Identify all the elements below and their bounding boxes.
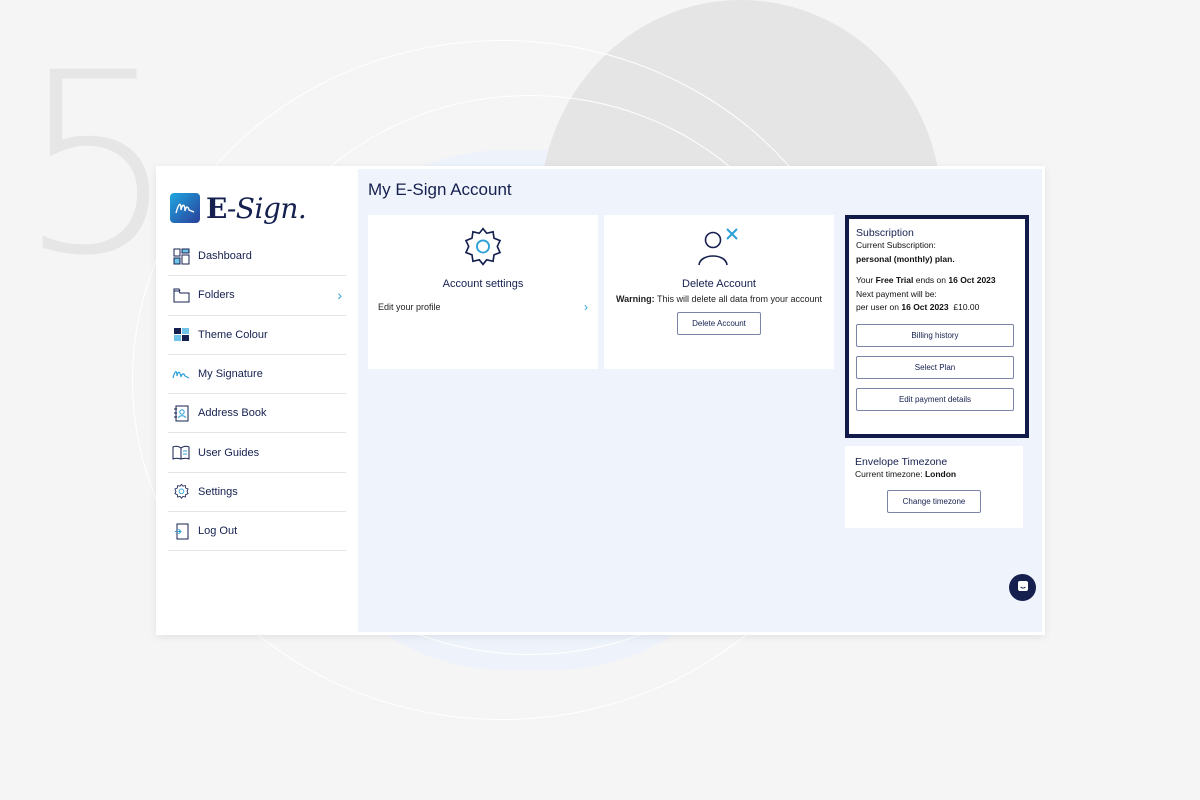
trial-info: Your Free Trial ends on 16 Oct 2023	[856, 274, 1018, 288]
logo-icon	[170, 193, 200, 223]
timezone-title: Envelope Timezone	[855, 456, 948, 468]
main-content: My E-Sign Account Account settings Edit …	[358, 169, 1042, 632]
dashboard-icon	[172, 247, 190, 265]
account-settings-card[interactable]: Account settings Edit your profile ›	[368, 215, 598, 369]
next-payment-label: Next payment will be:	[856, 288, 937, 299]
sidebar-item-label: Theme Colour	[198, 328, 268, 341]
chat-icon	[1017, 579, 1029, 597]
sidebar-item-dashboard[interactable]: Dashboard	[168, 237, 346, 277]
subscription-title: Subscription	[856, 227, 914, 239]
change-timezone-button[interactable]: Change timezone	[887, 489, 981, 513]
cards-row: Account settings Edit your profile › Del…	[368, 215, 1032, 528]
page-title: My E-Sign Account	[368, 180, 512, 199]
sidebar-item-label: Dashboard	[198, 250, 252, 263]
chevron-right-icon: ›	[584, 300, 588, 314]
select-plan-button[interactable]: Select Plan	[856, 355, 1014, 379]
payment-amount: £10.00	[953, 302, 980, 312]
per-user-info: per user on 16 Oct 2023 £10.00	[856, 301, 1018, 315]
delete-warning: Warning: This will delete all data from …	[614, 293, 824, 306]
folder-icon	[172, 286, 190, 304]
sidebar-nav: Dashboard Folders › Theme Colour My Sign…	[168, 237, 346, 552]
sidebar-item-address-book[interactable]: Address Book	[168, 394, 346, 434]
subscription-plan: personal (monthly) plan.	[856, 253, 955, 264]
sidebar-item-log-out[interactable]: Log Out	[168, 512, 346, 552]
per-user-date: 16 Oct 2023	[901, 302, 949, 312]
book-icon	[172, 444, 190, 462]
sidebar-item-label: Address Book	[198, 407, 267, 420]
logo-text-script: -Sign.	[226, 191, 307, 225]
gear-icon	[172, 483, 190, 501]
sidebar-item-label: Log Out	[198, 525, 238, 538]
current-timezone: Current timezone: London	[855, 468, 1013, 482]
timezone-value: London	[924, 469, 957, 479]
sidebar-item-folders[interactable]: Folders ›	[168, 276, 346, 316]
chat-button[interactable]	[1009, 574, 1036, 601]
signature-icon	[172, 365, 190, 383]
sidebar-item-label: Folders	[198, 289, 235, 302]
sidebar-item-my-signature[interactable]: My Signature	[168, 355, 346, 395]
trial-mid: ends on	[915, 275, 946, 285]
step-number: 5	[18, 19, 178, 310]
sidebar-item-label: My Signature	[198, 368, 263, 381]
account-settings-title: Account settings	[442, 278, 524, 290]
logout-icon	[172, 522, 190, 540]
per-user-prefix: per user on	[856, 302, 899, 312]
warning-text: This will delete all data from your acco…	[656, 294, 823, 304]
edit-payment-details-button[interactable]: Edit payment details	[856, 387, 1014, 411]
delete-account-card: Delete Account Warning: This will delete…	[604, 215, 834, 369]
trial-date: 16 Oct 2023	[948, 275, 996, 285]
theme-icon	[172, 326, 190, 344]
chevron-right-icon[interactable]: ›	[337, 287, 342, 303]
subscription-card: Subscription Current Subscription: perso…	[845, 215, 1029, 438]
edit-profile-link[interactable]: Edit your profile ›	[378, 300, 588, 314]
sidebar-item-label: Settings	[198, 485, 238, 498]
timezone-label: Current timezone:	[855, 469, 923, 479]
app-window: E-Sign. Dashboard Folders › Theme Colour…	[156, 166, 1045, 635]
warning-label: Warning:	[615, 294, 655, 304]
edit-profile-label: Edit your profile	[378, 302, 441, 312]
timezone-card: Envelope Timezone Current timezone: Lond…	[845, 446, 1023, 528]
sidebar-item-user-guides[interactable]: User Guides	[168, 433, 346, 473]
sidebar-item-theme-colour[interactable]: Theme Colour	[168, 316, 346, 355]
delete-account-button[interactable]: Delete Account	[677, 312, 761, 335]
billing-history-button[interactable]: Billing history	[856, 323, 1014, 347]
logo-text-main: E	[206, 191, 227, 225]
sidebar-item-label: User Guides	[198, 446, 260, 459]
app-logo[interactable]: E-Sign.	[170, 188, 346, 228]
gear-icon	[461, 227, 505, 273]
sidebar: E-Sign. Dashboard Folders › Theme Colour…	[156, 166, 358, 635]
delete-account-title: Delete Account	[682, 278, 756, 290]
current-subscription-label: Current Subscription:	[856, 240, 936, 250]
logo-text: E-Sign.	[206, 191, 307, 225]
sidebar-item-settings[interactable]: Settings	[168, 473, 346, 513]
trial-bold: Free Trial	[875, 275, 914, 285]
trial-prefix: Your	[856, 275, 874, 285]
remove-user-icon	[694, 228, 744, 273]
address-book-icon	[172, 404, 190, 422]
right-column: Subscription Current Subscription: perso…	[845, 215, 1029, 528]
